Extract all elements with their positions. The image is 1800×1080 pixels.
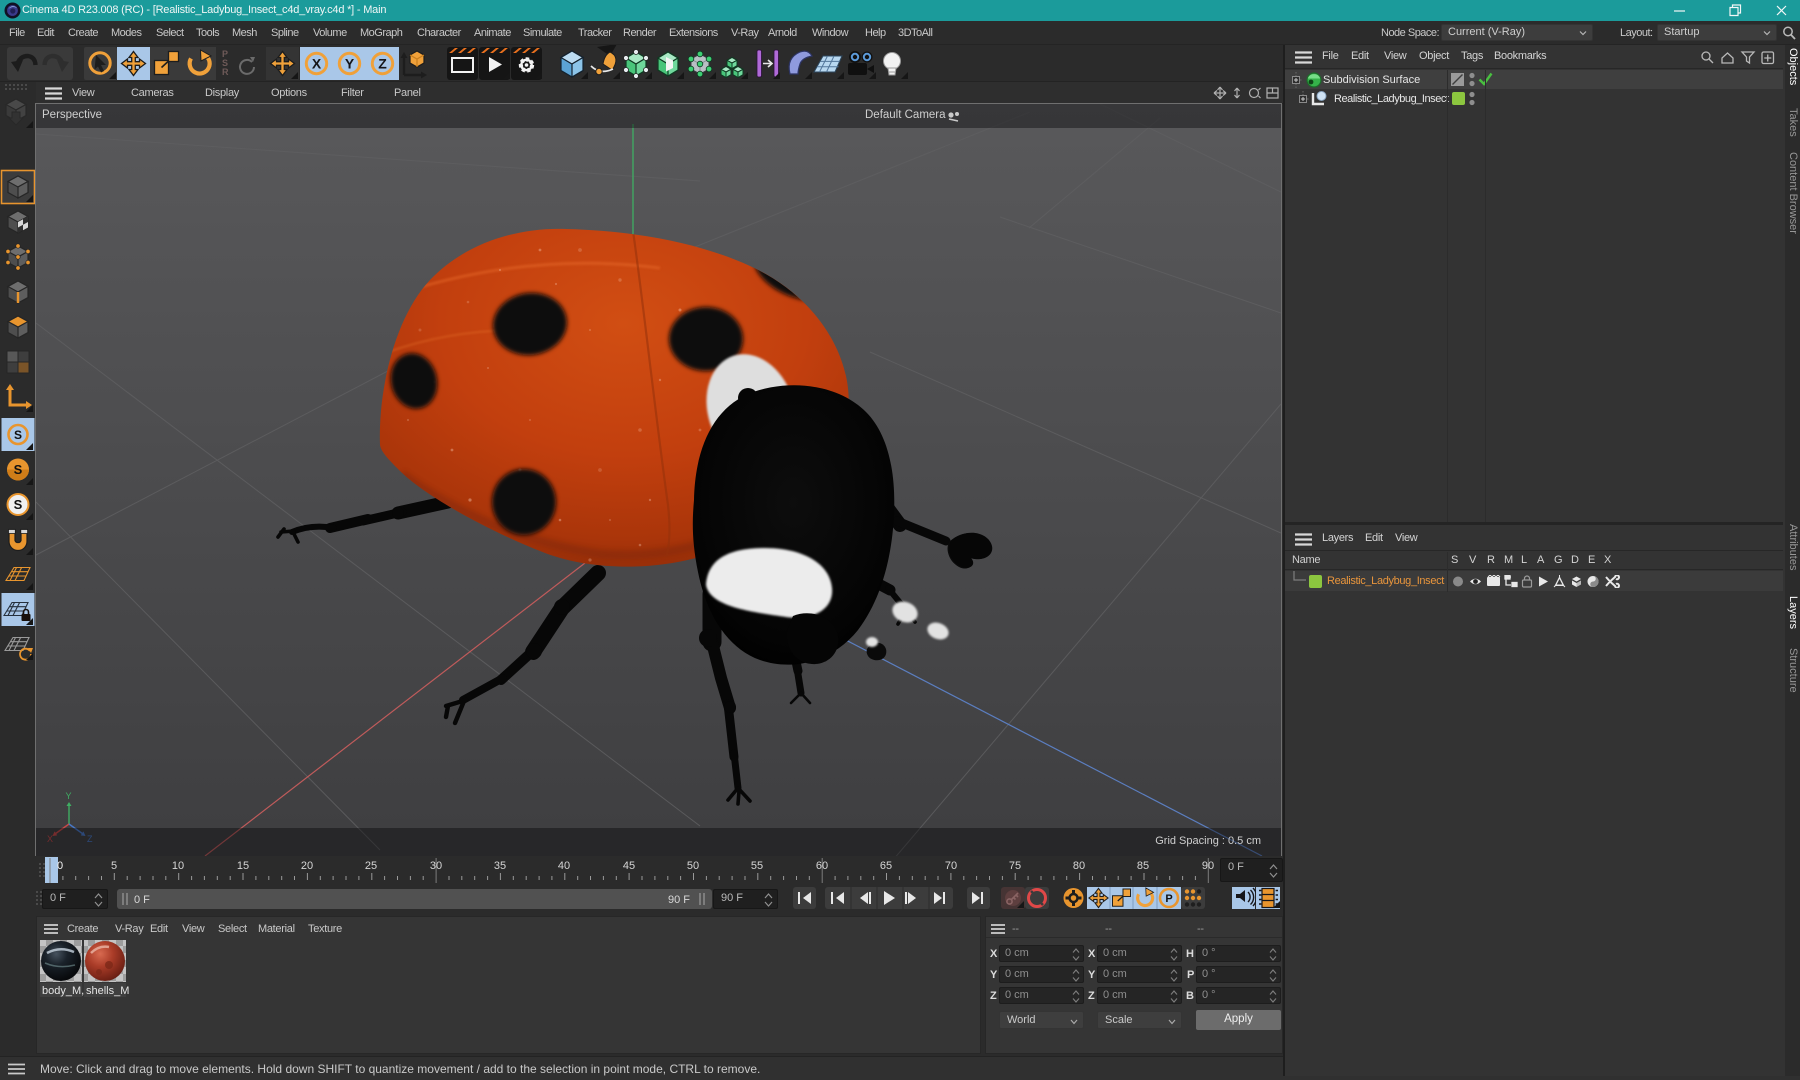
svg-text:R: R <box>222 67 229 77</box>
svg-text:X: X <box>312 56 322 72</box>
svg-text:90 F: 90 F <box>668 894 690 906</box>
svg-text:S: S <box>14 462 23 477</box>
svg-text:body_M,: body_M, <box>42 985 84 997</box>
svg-text:0 F: 0 F <box>134 894 150 906</box>
svg-text:S: S <box>14 497 23 512</box>
svg-text:shells_M: shells_M <box>86 985 129 997</box>
svg-text:Z: Z <box>378 56 387 72</box>
svg-text:P: P <box>1165 893 1172 905</box>
svg-text:Y: Y <box>66 791 72 801</box>
svg-text:Y: Y <box>345 56 355 72</box>
